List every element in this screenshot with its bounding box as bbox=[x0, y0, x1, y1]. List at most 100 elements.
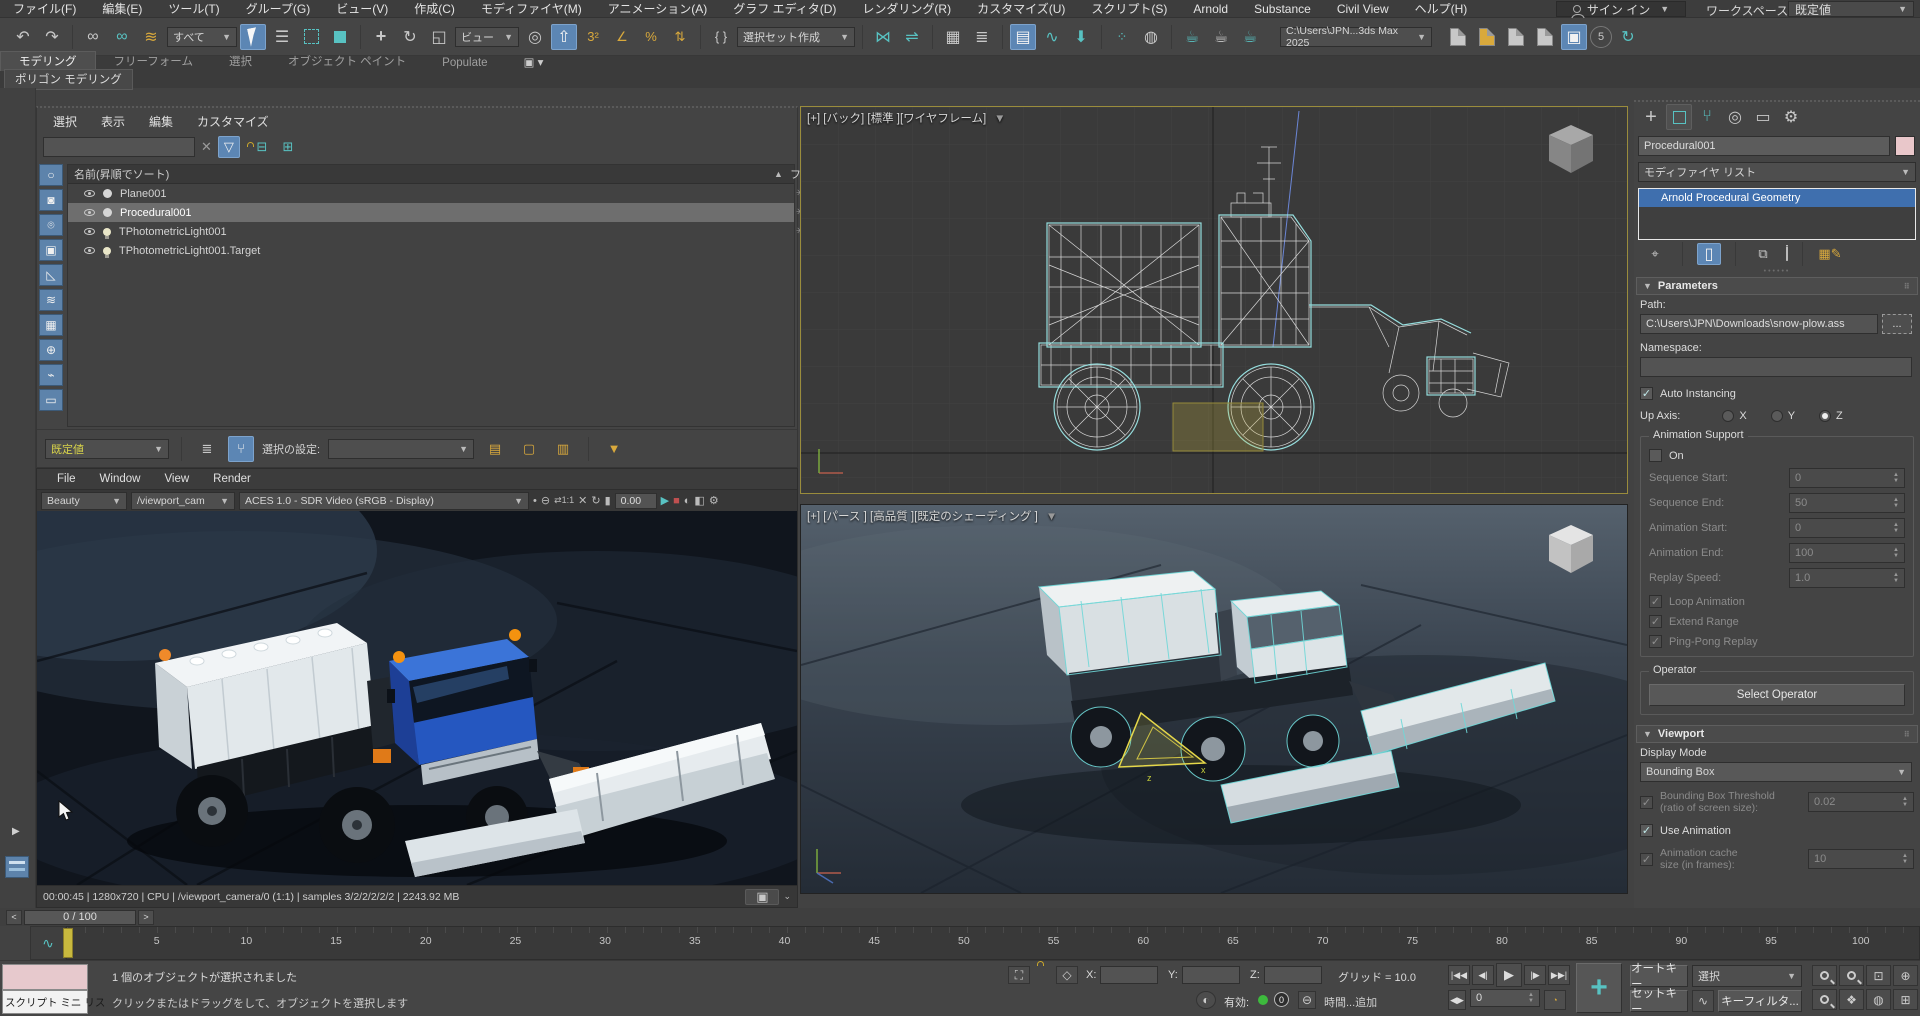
audio-icon[interactable]: ◧ bbox=[694, 494, 704, 507]
spinner-arrows-icon[interactable]: ▲▼ bbox=[1893, 473, 1899, 484]
object-name-field[interactable]: Procedural001 bbox=[1638, 136, 1890, 156]
browse-button[interactable]: ... bbox=[1882, 314, 1912, 334]
menu-item[interactable]: ヘルプ(H) bbox=[1402, 0, 1481, 17]
spinner-snap-icon[interactable]: ⇅ bbox=[667, 24, 693, 50]
renderview-menu-item[interactable]: File bbox=[45, 473, 88, 485]
use-animation-checkbox[interactable]: ✓ bbox=[1640, 824, 1653, 837]
status-count-badge[interactable]: 0 bbox=[1274, 992, 1289, 1007]
selection-set-dropdown[interactable]: 選択▼ bbox=[1692, 965, 1802, 987]
time-configuration-icon[interactable]: ◔ bbox=[1544, 990, 1566, 1010]
filter-all-icon[interactable]: ○ bbox=[39, 164, 63, 186]
select-operator-button[interactable]: Select Operator bbox=[1649, 684, 1905, 706]
expand-tree-icon[interactable]: ⊟ bbox=[252, 134, 272, 160]
menu-item[interactable]: スクリプト(S) bbox=[1078, 0, 1180, 17]
align-icon[interactable]: ⇌ bbox=[899, 24, 925, 50]
material-editor-icon[interactable]: ⁘ bbox=[1109, 24, 1135, 50]
spinner-field[interactable]: 0▲▼ bbox=[1789, 468, 1905, 488]
zoom-1to1-icon[interactable]: ⇄1:1 bbox=[554, 495, 574, 506]
scene-explorer-toggle-icon[interactable]: ▤ bbox=[1010, 24, 1036, 50]
orbit-icon[interactable]: ◍ bbox=[1866, 989, 1891, 1010]
viewport-rollout-header[interactable]: ▼ Viewport⠿ bbox=[1636, 725, 1918, 743]
go-to-end-button[interactable]: ▶▶| bbox=[1548, 965, 1570, 985]
menu-item[interactable]: Civil View bbox=[1324, 2, 1402, 16]
x-coord-field[interactable] bbox=[1100, 966, 1158, 984]
explorer-row-light001-target[interactable]: TPhotometricLight001.Target bbox=[68, 241, 794, 260]
panel-expand-arrow-icon[interactable]: ▶ bbox=[12, 826, 20, 837]
set-key-button[interactable]: セットキー bbox=[1630, 990, 1688, 1012]
axis-x-radio[interactable] bbox=[1722, 410, 1734, 422]
spinner-arrows-icon[interactable]: ▲▼ bbox=[1893, 573, 1899, 584]
sync-icon[interactable]: ↻ bbox=[1615, 24, 1641, 50]
auto-instancing-checkbox[interactable]: ✓ bbox=[1640, 387, 1653, 400]
add-to-selection-icon[interactable]: ▤ bbox=[482, 436, 508, 462]
explorer-menu-item[interactable]: 選択 bbox=[41, 113, 89, 130]
zoom-all-icon[interactable] bbox=[1839, 965, 1864, 986]
isolate-icon[interactable]: ▮ bbox=[605, 494, 611, 507]
tab-utilities-icon[interactable]: ⚙ bbox=[1778, 104, 1804, 130]
visibility-eye-icon[interactable] bbox=[84, 247, 95, 254]
tab-object-paint[interactable]: オブジェクト ペイント bbox=[270, 52, 424, 71]
column-header-name[interactable]: 名前(昇順でソート) bbox=[68, 166, 169, 182]
time-tag-icon[interactable]: ⊖ bbox=[1298, 991, 1316, 1009]
window-crossing-icon[interactable] bbox=[327, 24, 353, 50]
viewport-settings-icon[interactable]: ▼ bbox=[1046, 511, 1057, 523]
play-button[interactable]: ▶ bbox=[1496, 963, 1522, 987]
select-and-place-icon[interactable]: ⇧ bbox=[551, 24, 577, 50]
menu-item[interactable]: グループ(G) bbox=[233, 0, 324, 17]
pan-hand-icon[interactable]: ❖ bbox=[1839, 989, 1864, 1010]
filter-containers-icon[interactable]: ▭ bbox=[39, 389, 63, 411]
spinner-field[interactable]: 100▲▼ bbox=[1789, 543, 1905, 563]
filter-geometry-icon[interactable]: ◙ bbox=[39, 189, 63, 211]
viewport-label[interactable]: [+] [バック] [標準 ][ワイヤフレーム]▼ bbox=[807, 110, 1006, 126]
prev-frame-button[interactable]: < bbox=[6, 910, 22, 925]
key-mode-toggle[interactable]: ◀▶ bbox=[1448, 990, 1466, 1010]
signin-dropdown[interactable]: サイン イン ▼ bbox=[1556, 1, 1686, 17]
tab-hierarchy-icon[interactable]: ⑂ bbox=[1694, 104, 1720, 130]
render-image[interactable] bbox=[37, 511, 797, 885]
menu-item[interactable]: レンダリング(R) bbox=[849, 0, 964, 17]
tab-motion-icon[interactable]: ◎ bbox=[1722, 104, 1748, 130]
edit-scene-script-icon[interactable] bbox=[1532, 24, 1558, 50]
transform-gizmo-icon[interactable]: ◇ bbox=[1056, 966, 1078, 984]
next-frame-button[interactable]: > bbox=[138, 910, 154, 925]
refresh-render-icon[interactable]: ↻ bbox=[591, 494, 600, 507]
axis-z-radio[interactable] bbox=[1819, 410, 1831, 422]
mini-listener-white[interactable]: スクリプト ミニ リス bbox=[2, 990, 88, 1014]
modifier-list-dropdown[interactable]: モディファイヤ リスト▼ bbox=[1638, 162, 1916, 182]
frame-display[interactable]: 0 / 100 bbox=[24, 910, 136, 925]
run-scene-script-icon[interactable] bbox=[1503, 24, 1529, 50]
selection-filter-dropdown[interactable]: すべて▼ bbox=[167, 27, 237, 47]
menu-item[interactable]: ビュー(V) bbox=[323, 0, 401, 17]
maximize-viewport-icon[interactable]: ⊞ bbox=[1893, 989, 1918, 1010]
auto-key-button[interactable]: オートキー bbox=[1630, 965, 1688, 987]
zoom-extents-all-icon[interactable]: ⊕ bbox=[1893, 965, 1918, 986]
add-create-key-button[interactable]: + bbox=[1576, 963, 1622, 1013]
visibility-eye-icon[interactable] bbox=[84, 190, 95, 197]
explorer-menu-item[interactable]: 表示 bbox=[89, 113, 137, 130]
explorer-row-light001[interactable]: TPhotometricLight001✳ bbox=[68, 222, 794, 241]
stop-ipr-icon[interactable]: ■ bbox=[673, 495, 680, 507]
aov-dropdown[interactable]: Beauty▼ bbox=[41, 492, 127, 510]
track-bar[interactable]: 0 5 10 15 20 25 30 35 40 45 50 55 bbox=[66, 926, 1920, 960]
compare-icon[interactable]: ⊖ bbox=[541, 494, 550, 507]
explorer-search-input[interactable] bbox=[43, 137, 195, 157]
spinner-arrows-icon[interactable]: ▲▼ bbox=[1893, 523, 1899, 534]
animation-option-checkbox[interactable]: ✓ bbox=[1649, 595, 1662, 608]
collapse-tree-icon[interactable]: ⊞ bbox=[278, 134, 298, 160]
new-scene-script-icon[interactable] bbox=[1445, 24, 1471, 50]
exposure-field[interactable]: 0.00 bbox=[615, 493, 657, 509]
make-unique-icon[interactable]: ⧉ bbox=[1750, 241, 1776, 267]
key-filters-button[interactable]: キーフィルタ... bbox=[1718, 990, 1802, 1012]
colorspace-dropdown[interactable]: ACES 1.0 - SDR Video (sRGB - Display)▼ bbox=[239, 492, 529, 510]
tab-populate[interactable]: Populate bbox=[424, 56, 505, 71]
zoom-icon[interactable] bbox=[1812, 965, 1837, 986]
spinner-arrows-icon[interactable]: ▲▼ bbox=[1893, 498, 1899, 509]
namespace-field[interactable] bbox=[1640, 357, 1912, 377]
explorer-menu-item[interactable]: 編集 bbox=[137, 113, 185, 130]
project-folder-dropdown[interactable]: C:\Users\JPN...3ds Max 2025▼ bbox=[1280, 27, 1432, 47]
configure-modifier-sets-icon[interactable]: ▦✎ bbox=[1817, 241, 1843, 267]
tab-polygon-modeling[interactable]: ポリゴン モデリング bbox=[4, 69, 133, 90]
viewport-layout-tab-icon[interactable] bbox=[5, 856, 29, 878]
mini-listener-pink[interactable] bbox=[2, 964, 88, 990]
adaptive-degradation-icon[interactable]: ◐ bbox=[1196, 991, 1216, 1009]
